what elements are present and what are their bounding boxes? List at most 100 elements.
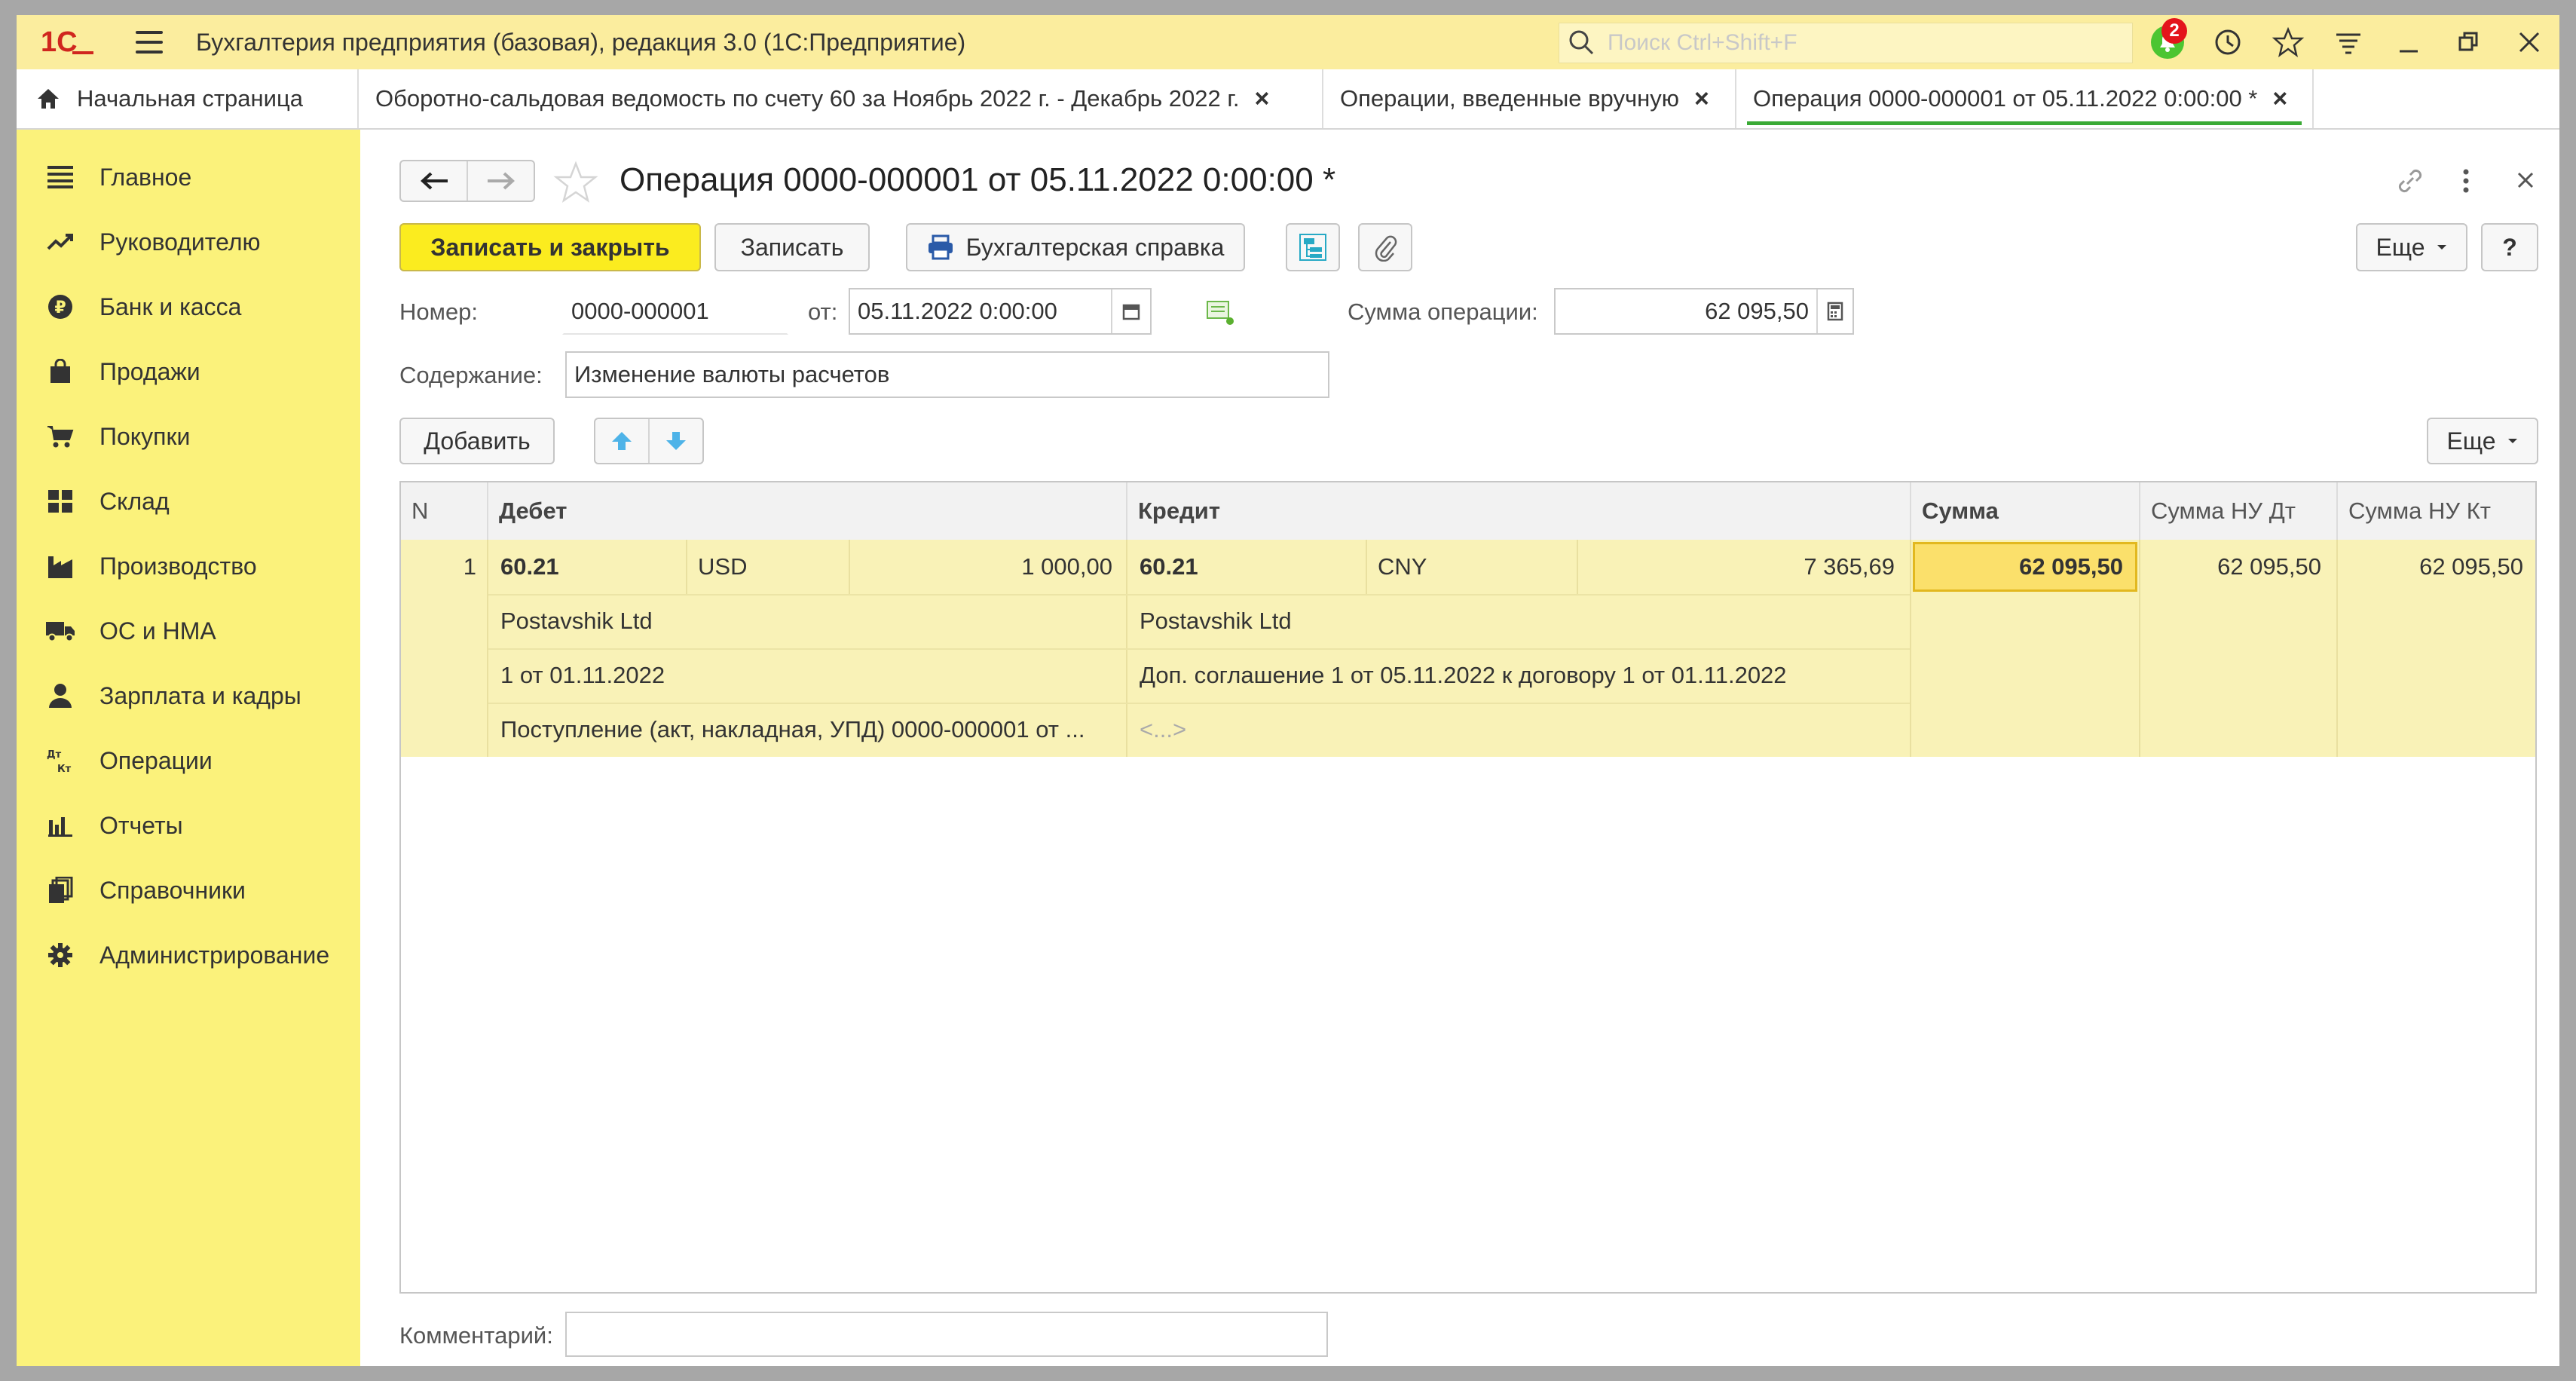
comment-field[interactable] [565, 1312, 1328, 1357]
link-icon[interactable] [2394, 164, 2427, 198]
global-search[interactable] [1559, 23, 2133, 63]
sidebar-item-label: Продажи [99, 357, 200, 385]
tab-manual-operations[interactable]: Операции, введенные вручную × [1323, 69, 1736, 128]
sum-cell[interactable]: 62 095,50 [1913, 542, 2137, 592]
attach-files-button[interactable] [1358, 223, 1412, 271]
credit-currency-cell[interactable]: CNY [1367, 540, 1577, 594]
more-vertical-icon[interactable] [2458, 166, 2474, 196]
tab-home[interactable]: Начальная страница [17, 69, 359, 128]
help-button[interactable]: ? [2481, 223, 2538, 271]
column-header-sum-nu-kt[interactable]: Сумма НУ Кт [2338, 482, 2537, 540]
table-more-label: Еще [2446, 427, 2496, 455]
column-header-debit[interactable]: Дебет [488, 482, 1127, 540]
search-input[interactable] [1606, 29, 2099, 57]
column-header-sum-nu-dt[interactable]: Сумма НУ Дт [2140, 482, 2338, 540]
chevron-down-icon [2507, 439, 2517, 443]
credit-account-cell[interactable]: 60.21 [1127, 540, 1366, 594]
sum-nu-dt-cell[interactable]: 62 095,50 [2140, 540, 2336, 594]
sidebar-item-administration[interactable]: Администрирование [17, 923, 360, 988]
sidebar-item-label: Операции [99, 746, 213, 774]
credit-subconto-1-cell[interactable]: Postavshik Ltd [1127, 594, 1910, 648]
credit-subconto-3-cell[interactable]: <...> [1127, 703, 1910, 757]
restore-button[interactable] [2439, 15, 2499, 69]
move-up-button[interactable] [595, 419, 650, 463]
debit-subconto-2-cell[interactable]: 1 от 01.11.2022 [488, 648, 1126, 703]
favorites-button[interactable] [2258, 15, 2318, 69]
column-header-credit[interactable]: Кредит [1127, 482, 1911, 540]
close-tab-icon[interactable]: × [2272, 84, 2287, 114]
sidebar-item-label: Производство [99, 552, 257, 580]
column-header-n[interactable]: N [401, 482, 488, 540]
tab-label: Операция 0000-000001 от 05.11.2022 0:00:… [1753, 85, 2258, 112]
favorite-star-icon[interactable] [553, 160, 598, 205]
calculator-button[interactable] [1816, 289, 1852, 333]
calendar-button[interactable] [1111, 289, 1150, 333]
structure-button[interactable] [1286, 223, 1340, 271]
table-header: N Дебет Кредит Сумма Сумма НУ Дт Сумма Н… [401, 482, 2535, 541]
sidebar-item-production[interactable]: Производство [17, 534, 360, 599]
table-more-button[interactable]: Еще [2427, 418, 2538, 464]
debit-amount-cell[interactable]: 1 000,00 [850, 540, 1126, 594]
add-row-button[interactable]: Добавить [399, 418, 555, 464]
sum-nu-kt-cell[interactable]: 62 095,50 [2338, 540, 2537, 594]
credit-amount-cell[interactable]: 7 365,69 [1578, 540, 1910, 594]
debit-subconto-3-cell[interactable]: Поступление (акт, накладная, УПД) 0000-0… [488, 703, 1126, 757]
home-icon [38, 89, 59, 109]
tab-label: Операции, введенные вручную [1340, 85, 1679, 112]
sidebar-item-label: Отчеты [99, 811, 183, 839]
tab-operation[interactable]: Операция 0000-000001 от 05.11.2022 0:00:… [1736, 69, 2314, 128]
move-down-button[interactable] [650, 419, 702, 463]
content-field[interactable]: Изменение валюты расчетов [565, 351, 1329, 398]
books-icon [45, 877, 75, 904]
date-label: от: [808, 299, 838, 325]
close-tab-icon[interactable]: × [1694, 84, 1709, 114]
sidebar-item-warehouse[interactable]: Склад [17, 469, 360, 534]
sidebar-item-salary[interactable]: Зарплата и кадры [17, 663, 360, 728]
column-header-sum[interactable]: Сумма [1911, 482, 2140, 540]
chevron-down-icon [2437, 245, 2446, 250]
close-tab-icon[interactable]: × [1255, 84, 1270, 114]
debit-account-cell[interactable]: 60.21 [488, 540, 686, 594]
tab-osv[interactable]: Оборотно-сальдовая ведомость по счету 60… [359, 69, 1323, 128]
credit-subconto-2-cell[interactable]: Доп. соглашение 1 от 05.11.2022 к догово… [1127, 648, 1910, 703]
functions-button[interactable] [2318, 15, 2379, 69]
search-icon [1569, 30, 1594, 55]
main-menu-icon[interactable] [136, 31, 163, 54]
accounting-report-label: Бухгалтерская справка [965, 233, 1225, 261]
debit-currency-cell[interactable]: USD [687, 540, 849, 594]
sidebar-item-references[interactable]: Справочники [17, 858, 360, 923]
app-title: Бухгалтерия предприятия (базовая), редак… [196, 28, 966, 56]
sidebar-item-main[interactable]: Главное [17, 145, 360, 210]
comment-hint-icon[interactable] [1206, 300, 1236, 327]
minimize-button[interactable] [2379, 15, 2439, 69]
svg-text:Дт: Дт [47, 749, 62, 761]
close-window-button[interactable] [2499, 15, 2559, 69]
factory-icon [45, 553, 75, 579]
history-button[interactable] [2198, 15, 2258, 69]
sidebar: Главное Руководителю ₽ Банк и касса Прод… [17, 130, 360, 1366]
sidebar-item-manager[interactable]: Руководителю [17, 210, 360, 274]
sidebar-item-bank[interactable]: ₽ Банк и касса [17, 274, 360, 339]
date-field[interactable]: 05.11.2022 0:00:00 [849, 288, 1152, 335]
app-window: 1С Бухгалтерия предприятия (базовая), ре… [17, 15, 2559, 1366]
save-and-close-button[interactable]: Записать и закрыть [399, 223, 701, 271]
sum-field[interactable]: 62 095,50 [1554, 288, 1854, 335]
sidebar-item-operations[interactable]: Дт Кт Операции [17, 728, 360, 793]
notifications-button[interactable]: 2 [2137, 15, 2198, 69]
accounting-report-button[interactable]: Бухгалтерская справка [906, 223, 1245, 271]
1c-logo[interactable]: 1С [39, 25, 95, 60]
more-button[interactable]: Еще [2356, 223, 2467, 271]
sum-label: Сумма операции: [1348, 299, 1538, 325]
trend-icon [45, 231, 75, 253]
number-field[interactable]: 0000-000001 [562, 288, 788, 335]
sidebar-item-reports[interactable]: Отчеты [17, 793, 360, 858]
number-label: Номер: [399, 299, 479, 325]
sidebar-item-fixed-assets[interactable]: ОС и НМА [17, 599, 360, 663]
back-arrow-icon[interactable] [401, 161, 468, 201]
sidebar-item-sales[interactable]: Продажи [17, 339, 360, 404]
forward-arrow-icon[interactable] [468, 161, 534, 201]
close-form-icon[interactable] [2514, 169, 2537, 191]
sidebar-item-purchases[interactable]: Покупки [17, 404, 360, 469]
save-button[interactable]: Записать [714, 223, 870, 271]
debit-subconto-1-cell[interactable]: Postavshik Ltd [488, 594, 1126, 648]
